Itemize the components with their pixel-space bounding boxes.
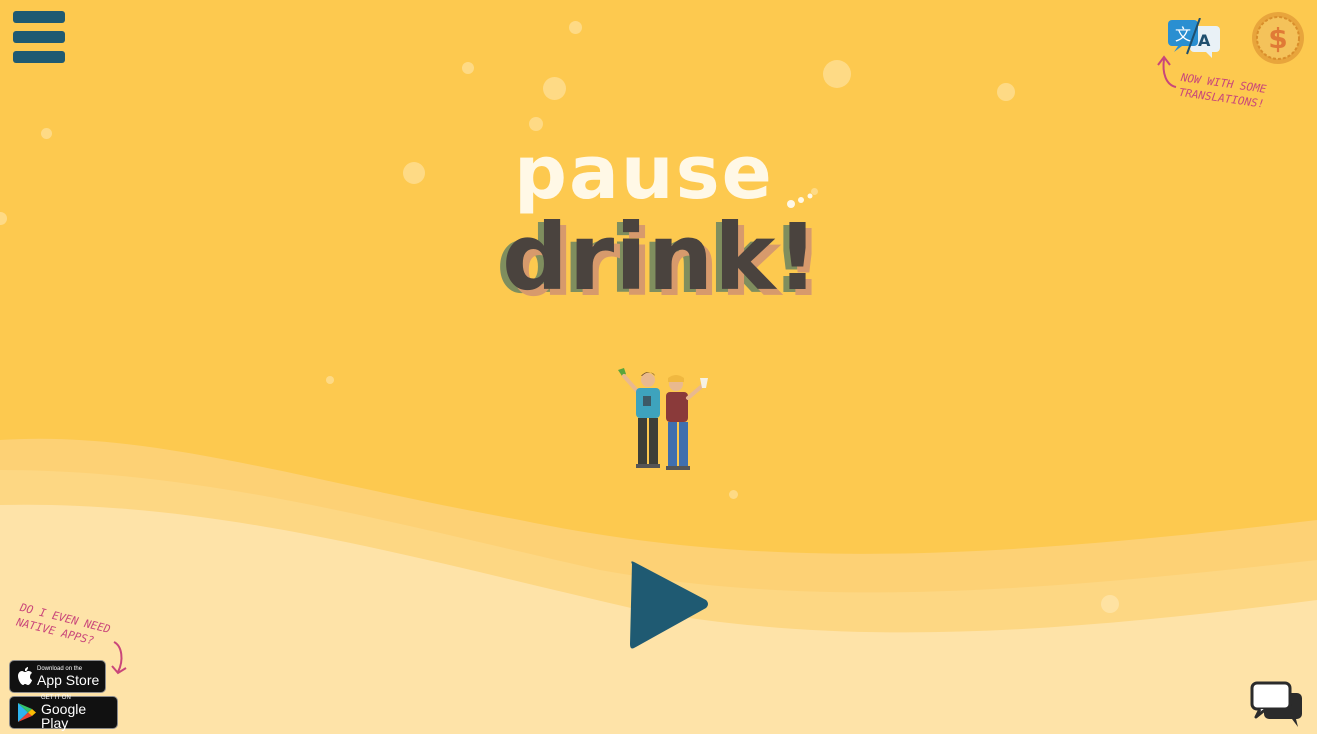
svg-text:$: $ [1268,22,1287,55]
play-button[interactable] [628,560,710,650]
apple-icon [17,667,33,686]
app-store-badge[interactable]: Download on the App Store [9,660,106,693]
curved-arrow-down-icon [111,641,127,675]
bubble [529,117,543,131]
bubble [729,490,738,499]
translate-icon[interactable]: 文 A [1166,17,1222,60]
two-people-toasting-illustration [610,368,716,474]
bubble [1101,595,1119,613]
svg-text:文: 文 [1175,25,1191,44]
bubble [41,128,52,139]
menu-bar [13,51,65,63]
svg-text:A: A [1198,31,1211,50]
bubble [403,162,425,184]
app-store-big-text: App Store [37,672,100,688]
title-drink: drink! [502,204,820,311]
curved-arrow-icon [1157,55,1177,88]
google-play-big-text: Google Play [41,701,87,731]
menu-bar [13,31,65,43]
bubble [823,60,851,88]
game-title: pause drink! [490,130,830,320]
menu-bar [13,11,65,23]
chat-bubbles-icon[interactable] [1250,681,1304,729]
bubble [997,83,1015,101]
bubble [569,21,582,34]
google-play-badge[interactable]: GET IT ON Google Play [9,695,118,731]
bubble [326,376,334,384]
hamburger-menu-icon[interactable] [13,11,66,64]
play-icon [630,561,708,649]
bubble [462,62,474,74]
dollar-coin-icon[interactable]: $ [1251,11,1305,65]
bubble [543,77,566,100]
google-play-icon [17,702,37,723]
